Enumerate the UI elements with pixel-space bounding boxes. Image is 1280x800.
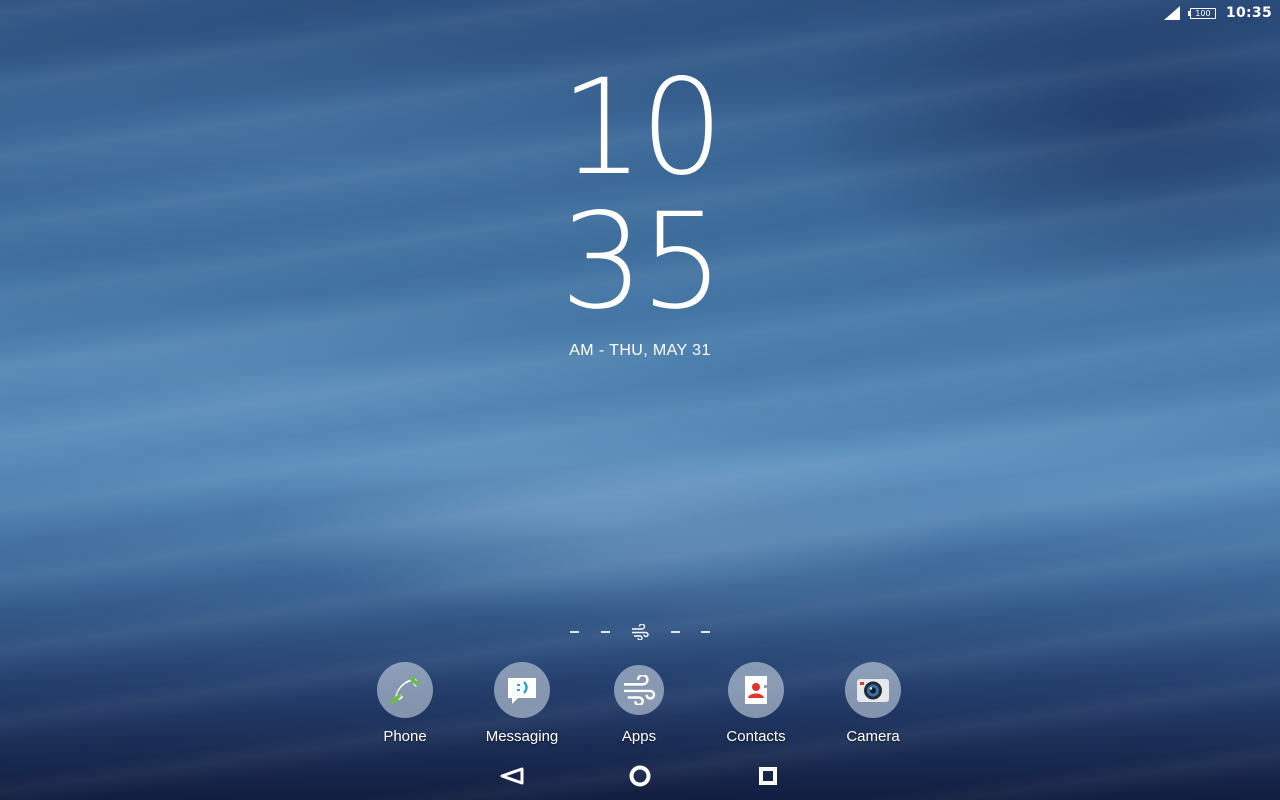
dock-label-contacts: Contacts — [726, 728, 786, 745]
recents-icon — [759, 767, 777, 785]
apps-icon[interactable] — [614, 665, 664, 715]
clock-date: AM - THU, MAY 31 — [569, 342, 711, 359]
dock-item-messaging[interactable]: Messaging — [467, 662, 577, 745]
dock-item-apps[interactable]: Apps — [584, 662, 694, 745]
recents-button[interactable] — [754, 764, 782, 788]
clock-hours: 10 — [560, 51, 724, 205]
messaging-icon[interactable] — [494, 662, 550, 718]
signal-icon — [1163, 6, 1180, 20]
home-button[interactable] — [626, 764, 654, 788]
clock-minutes: 35 — [560, 185, 724, 339]
navigation-bar — [0, 756, 1280, 796]
dock-label-messaging: Messaging — [485, 728, 559, 745]
page-dot — [600, 631, 610, 633]
dock-item-contacts[interactable]: Contacts — [701, 662, 811, 745]
page-indicator[interactable] — [570, 622, 710, 642]
dock-label-camera: Camera — [846, 728, 900, 745]
back-icon — [500, 767, 524, 785]
back-button[interactable] — [498, 764, 526, 788]
dock-item-phone[interactable]: Phone — [350, 662, 460, 745]
contacts-icon[interactable] — [728, 662, 784, 718]
page-dot — [701, 631, 710, 633]
wind-icon — [632, 624, 649, 640]
home-icon — [629, 765, 651, 787]
phone-icon[interactable] — [377, 662, 433, 718]
dock-label-apps: Apps — [621, 728, 657, 745]
status-bar[interactable]: 100 10:35 — [0, 0, 1280, 26]
clock-widget[interactable]: 10 35 AM - THU, MAY 31 — [540, 62, 740, 360]
status-time: 10:35 — [1225, 5, 1272, 21]
dock-label-phone: Phone — [383, 728, 427, 745]
page-dot — [570, 631, 579, 633]
battery-level: 100 — [1195, 8, 1211, 18]
battery-icon: 100 — [1187, 7, 1216, 19]
dock-item-camera[interactable]: Camera — [818, 662, 928, 745]
camera-icon[interactable] — [845, 662, 901, 718]
page-dot — [670, 631, 680, 633]
